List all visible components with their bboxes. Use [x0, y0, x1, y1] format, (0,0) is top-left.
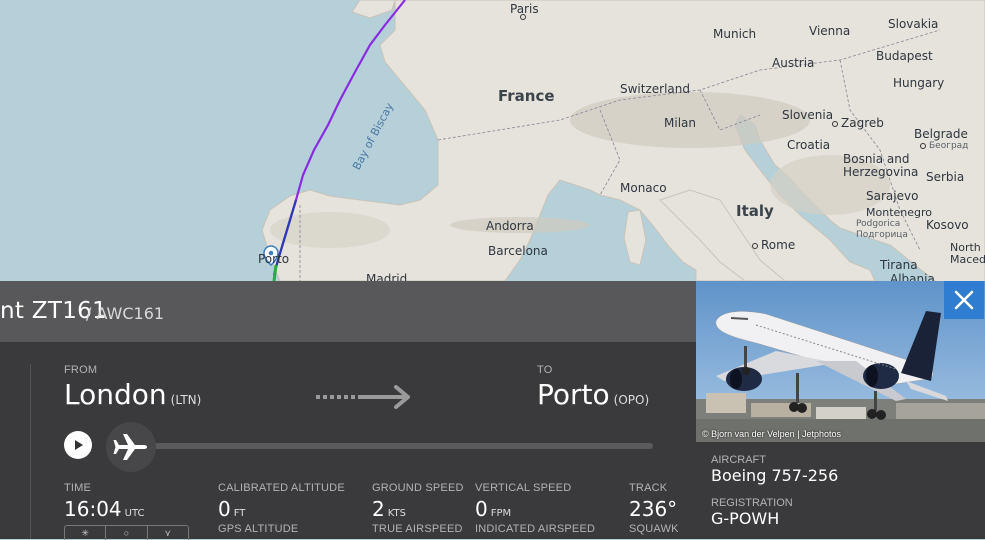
map-label-north-macedonia: North Macedonia — [950, 241, 985, 266]
progress-plane-marker[interactable] — [106, 422, 156, 472]
map-label-austria: Austria — [772, 56, 815, 70]
vertical-speed-value: 0 FPM — [475, 497, 512, 521]
map-label-andorra: Andorra — [486, 219, 534, 233]
map-label-hungary: Hungary — [893, 76, 945, 90]
ground-speed-label: GROUND SPEED — [372, 482, 464, 494]
divider — [30, 364, 31, 539]
from-label: FROM — [64, 364, 98, 376]
route-arrow-dash — [316, 395, 362, 399]
flight-panel-body: FROM London (LTN) TO Porto (OPO) TIME 16:0… — [0, 342, 696, 540]
map-label-rome: Rome — [752, 238, 795, 252]
time-label: TIME — [64, 482, 92, 494]
map-label-sarajevo: Sarajevo — [866, 189, 919, 203]
origin-airport[interactable]: London (LTN) — [64, 378, 201, 411]
map-label-barcelona: Barcelona — [488, 244, 548, 258]
origin-city: London — [64, 378, 167, 411]
play-button[interactable] — [64, 431, 92, 459]
origin-code: (LTN) — [170, 393, 202, 407]
map-label-budapest: Budapest — [876, 49, 933, 63]
map-label-zagreb: Zagreb — [832, 116, 884, 130]
toolbar-button[interactable]: ⋎ — [148, 526, 188, 540]
aircraft-photo-image — [696, 281, 985, 442]
time-value: 16:04 UTC — [64, 497, 145, 521]
close-icon — [954, 290, 974, 310]
map-label-vienna: Vienna — [809, 24, 851, 38]
aircraft-type: Boeing 757-256 — [711, 466, 839, 485]
destination-code: (OPO) — [613, 393, 650, 407]
map-label-croatia: Croatia — [787, 138, 831, 152]
true-airspeed-label: TRUE AIRSPEED — [372, 523, 463, 535]
toolbar-button[interactable]: ✳ — [65, 526, 107, 540]
map-label-slovakia: Slovakia — [888, 17, 939, 31]
close-button[interactable] — [944, 281, 984, 319]
destination-city: Porto — [537, 378, 610, 411]
play-icon — [75, 440, 83, 450]
photo-credit[interactable]: © Bjorn van der Velpen | Jetphotos — [702, 429, 841, 439]
map-label-podgorica: Podgorica — [856, 219, 901, 229]
registration-label: REGISTRATION — [711, 497, 793, 509]
map-label-switzerland: Switzerland — [620, 82, 690, 96]
map-label-slovenia: Slovenia — [782, 108, 834, 122]
registration-value[interactable]: G-POWH — [711, 509, 779, 528]
map-label-belgrade: Belgrade — [914, 127, 968, 141]
map-label-porto: Porto — [258, 252, 290, 266]
calibrated-altitude-value: 0 FT — [218, 497, 246, 521]
flight-callsign: / AWC161 — [86, 304, 165, 323]
vertical-speed-label: VERTICAL SPEED — [475, 482, 572, 494]
squawk-label: SQUAWK — [629, 523, 679, 535]
flight-panel-header: nt ZT161 / AWC161 — [0, 281, 696, 342]
aircraft-info-panel: AIRCRAFT Boeing 757-256 REGISTRATION G-P… — [696, 442, 985, 539]
airplane-icon — [113, 434, 147, 460]
track-label: TRACK — [629, 482, 668, 494]
flight-progress-bar — [130, 443, 653, 449]
city-dot — [520, 14, 526, 20]
ground-speed-value: 2 KTS — [372, 497, 406, 521]
aircraft-label: AIRCRAFT — [711, 454, 766, 466]
map-label-belgrade-cyrillic: Београд — [920, 141, 968, 151]
map-label-podgorica-cyrillic: Подгорица — [856, 230, 908, 240]
map-label-munich: Munich — [713, 27, 757, 41]
map-label-kosovo: Kosovo — [926, 218, 969, 232]
map-label-serbia: Serbia — [926, 170, 965, 184]
to-label: TO — [537, 364, 553, 376]
map-label-tirana: Tirana — [880, 258, 918, 272]
destination-airport[interactable]: Porto (OPO) — [537, 378, 649, 411]
calibrated-altitude-label: CALIBRATED ALTITUDE — [218, 482, 345, 494]
map-label-france: France — [498, 87, 555, 105]
map-label-milan: Milan — [664, 116, 696, 130]
track-value: 236° — [629, 497, 678, 521]
toolbar-button[interactable]: ○ — [106, 526, 148, 540]
map-label-italy: Italy — [736, 202, 774, 220]
toolbar-partial: ✳ ○ ⋎ — [64, 525, 189, 540]
gps-altitude-label: GPS ALTITUDE — [218, 523, 299, 535]
arrow-right-icon — [362, 385, 410, 409]
map-label-bosnia: Bosnia and Herzegovina — [843, 152, 919, 179]
indicated-airspeed-label: INDICATED AIRSPEED — [475, 523, 596, 535]
map-label-montenegro: Montenegro — [866, 206, 933, 219]
aircraft-photo[interactable] — [696, 281, 985, 442]
map-label-monaco: Monaco — [620, 181, 667, 195]
